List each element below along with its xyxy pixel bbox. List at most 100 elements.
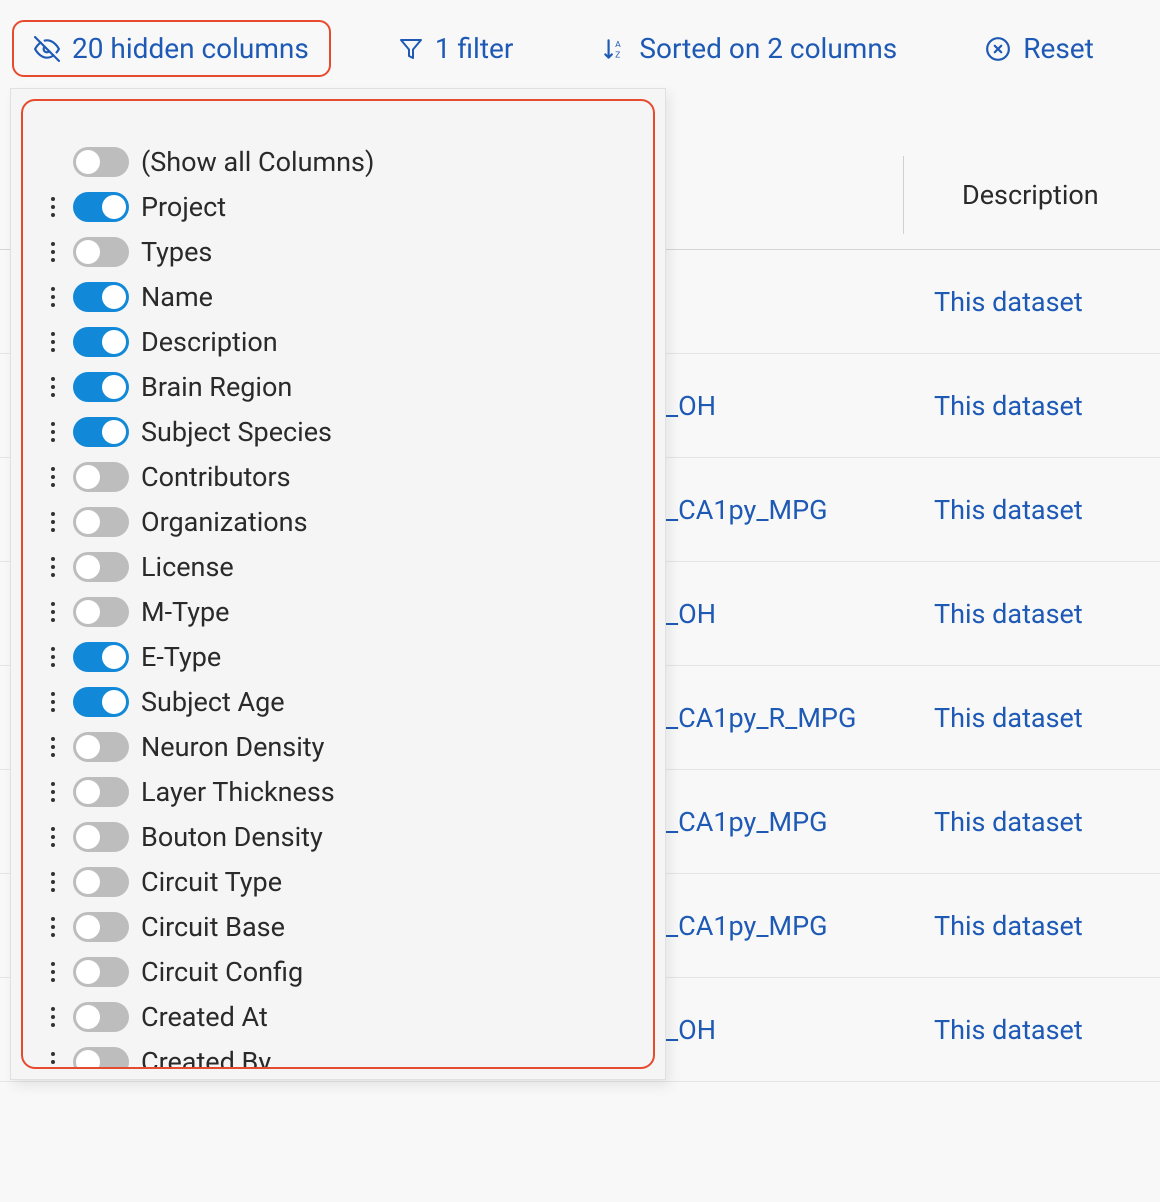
column-label: E-Type [141,641,221,673]
column-label: Bouton Density [141,821,323,853]
column-toggle[interactable] [73,1002,129,1032]
column-toggle-row: (Show all Columns) [51,139,625,184]
column-toggle[interactable] [73,732,129,762]
cell-name[interactable]: _CA1py_MPG [666,494,828,526]
drag-handle-icon[interactable] [51,242,65,262]
cell-name[interactable]: _OH [666,1014,716,1046]
drag-handle-icon[interactable] [51,467,65,487]
column-toggle[interactable] [73,777,129,807]
column-toggle[interactable] [73,147,129,177]
svg-text:A: A [615,39,621,49]
hidden-columns-label: 20 hidden columns [72,32,309,65]
cell-description[interactable]: This dataset [934,286,1083,318]
column-toggle-row: Organizations [51,499,625,544]
cell-description[interactable]: This dataset [934,598,1083,630]
column-toggle[interactable] [73,507,129,537]
drag-handle-icon[interactable] [51,962,65,982]
drag-handle-icon[interactable] [51,512,65,532]
cell-name[interactable]: _CA1py_MPG [666,806,828,838]
eye-off-icon [34,36,60,62]
cell-description[interactable]: This dataset [934,910,1083,942]
drag-handle-icon[interactable] [51,287,65,307]
drag-handle-icon[interactable] [51,332,65,352]
column-toggle[interactable] [73,687,129,717]
column-toggle[interactable] [73,597,129,627]
toolbar: 20 hidden columns 1 filter A Z Sorted on… [0,0,1160,97]
column-toggle[interactable] [73,957,129,987]
cell-description[interactable]: This dataset [934,494,1083,526]
drag-handle-icon[interactable] [51,1007,65,1027]
column-toggle[interactable] [73,867,129,897]
column-label: Contributors [141,461,291,493]
column-toggle[interactable] [73,417,129,447]
drag-handle-icon[interactable] [51,197,65,217]
cell-description[interactable]: This dataset [934,702,1083,734]
column-label: Description [141,326,278,358]
close-circle-icon [985,36,1011,62]
drag-handle-icon[interactable] [51,602,65,622]
column-label: Brain Region [141,371,292,403]
cell-name[interactable]: _OH [666,598,716,630]
sort-label: Sorted on 2 columns [639,32,897,65]
drag-handle-icon[interactable] [51,1052,65,1070]
column-toggle[interactable] [73,1047,129,1070]
reset-label: Reset [1023,32,1094,65]
column-label: License [141,551,234,583]
reset-button[interactable]: Reset [965,22,1114,75]
column-toggle[interactable] [73,327,129,357]
column-label: M-Type [141,596,229,628]
column-header-description[interactable]: Description [934,179,1099,211]
drag-handle-icon[interactable] [51,782,65,802]
column-label: Layer Thickness [141,776,335,808]
column-label: Circuit Base [141,911,285,943]
column-toggle[interactable] [73,822,129,852]
cell-description[interactable]: This dataset [934,1014,1083,1046]
column-label: (Show all Columns) [141,146,374,178]
column-toggle[interactable] [73,912,129,942]
cell-description[interactable]: This dataset [934,806,1083,838]
drag-handle-icon[interactable] [51,422,65,442]
columns-dropdown-inner: (Show all Columns) ProjectTypesName Descri… [21,99,655,1069]
column-toggle-row: Neuron Density [51,724,625,769]
drag-handle-icon[interactable] [51,917,65,937]
column-toggle-row: Contributors [51,454,625,499]
column-label: Circuit Config [141,956,303,988]
drag-handle-icon[interactable] [51,647,65,667]
column-toggle[interactable] [73,462,129,492]
column-toggle-row: Types [51,229,625,274]
column-toggle-row: Bouton Density [51,814,625,859]
column-toggle-row: Name [51,274,625,319]
cell-description[interactable]: This dataset [934,390,1083,422]
column-toggle[interactable] [73,192,129,222]
hidden-columns-button[interactable]: 20 hidden columns [12,20,331,77]
column-divider[interactable] [903,156,904,234]
column-label: Organizations [141,506,308,538]
drag-handle-icon[interactable] [51,737,65,757]
column-toggle[interactable] [73,642,129,672]
sort-button[interactable]: A Z Sorted on 2 columns [581,22,917,75]
filter-icon [399,37,423,61]
column-toggle-row: License [51,544,625,589]
filter-button[interactable]: 1 filter [379,22,534,75]
cell-name[interactable]: _CA1py_R_MPG [666,702,856,734]
drag-handle-icon[interactable] [51,557,65,577]
filter-label: 1 filter [435,32,514,65]
drag-handle-icon[interactable] [51,692,65,712]
drag-handle-icon[interactable] [51,827,65,847]
drag-handle-icon[interactable] [51,377,65,397]
column-toggle[interactable] [73,552,129,582]
sort-icon: A Z [601,36,627,62]
column-label: Subject Age [141,686,285,718]
column-toggle[interactable] [73,237,129,267]
cell-name[interactable]: _OH [666,390,716,422]
column-label: Created By [141,1046,271,1070]
column-toggle-row: Layer Thickness [51,769,625,814]
column-toggle-row: Created At [51,994,625,1039]
column-toggle-row: Subject Age [51,679,625,724]
drag-handle-icon[interactable] [51,872,65,892]
column-toggle-row: Circuit Type [51,859,625,904]
cell-name[interactable]: _CA1py_MPG [666,910,828,942]
column-toggle[interactable] [73,372,129,402]
column-toggle-row: Project [51,184,625,229]
column-toggle[interactable] [73,282,129,312]
